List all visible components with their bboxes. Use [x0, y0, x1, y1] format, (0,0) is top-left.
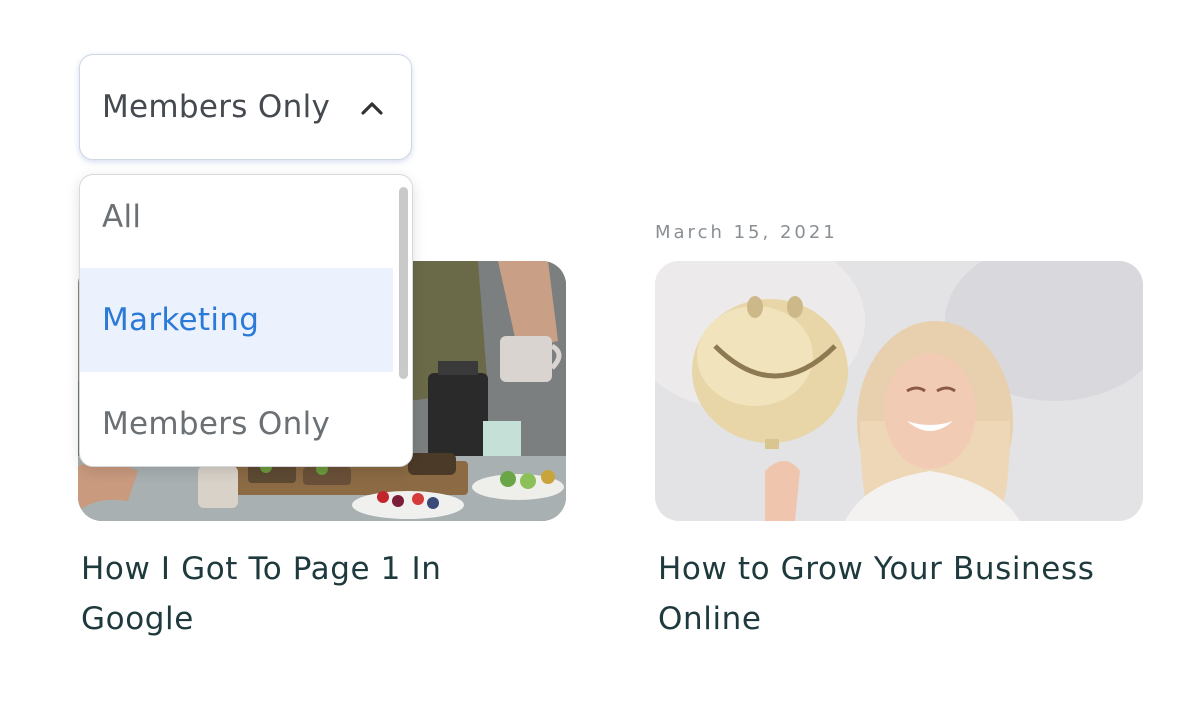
post-date: March 15, 2021: [655, 222, 838, 243]
smiley-balloon-woman-photo: [655, 261, 1143, 521]
selected-category-label: Members Only: [102, 89, 331, 125]
post-title[interactable]: How to Grow Your Business Online: [658, 544, 1128, 644]
post-title[interactable]: How I Got To Page 1 In Google: [81, 544, 551, 644]
chevron-up-icon: [361, 102, 383, 115]
category-options-menu: All Marketing Members Only: [79, 174, 413, 467]
menu-scrollbar[interactable]: [398, 185, 408, 453]
category-option-marketing[interactable]: Marketing: [80, 268, 393, 372]
category-filter-dropdown[interactable]: Members Only: [79, 54, 412, 160]
category-option-all[interactable]: All: [80, 175, 393, 269]
blog-page: How I Got To Page 1 In Google March 15, …: [0, 0, 1190, 720]
category-option-members-only[interactable]: Members Only: [80, 372, 393, 466]
post-image[interactable]: [655, 261, 1143, 521]
menu-scrollbar-thumb[interactable]: [399, 187, 408, 379]
